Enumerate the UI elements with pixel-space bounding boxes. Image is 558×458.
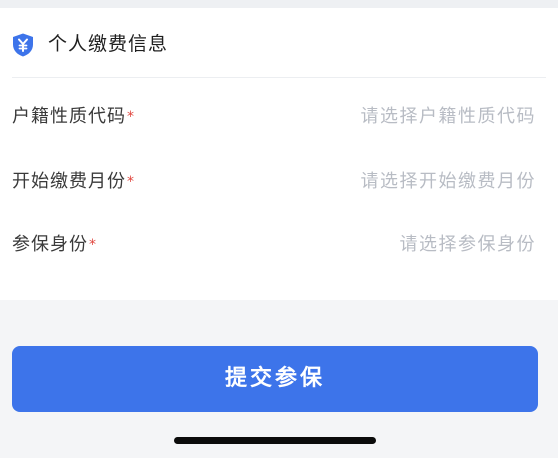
top-strip bbox=[0, 0, 558, 8]
field-label: 户籍性质代码* bbox=[12, 103, 135, 131]
household-type-picker[interactable]: 请选择户籍性质代码 bbox=[361, 103, 537, 131]
insured-identity-picker[interactable]: 请选择参保身份 bbox=[400, 231, 537, 259]
shield-yen-icon bbox=[10, 32, 36, 58]
field-label: 开始缴费月份* bbox=[12, 168, 135, 196]
field-label-text: 参保身份 bbox=[12, 234, 88, 255]
field-label-text: 户籍性质代码 bbox=[12, 106, 126, 127]
start-month-field[interactable]: 开始缴费月份* 请选择开始缴费月份 bbox=[0, 152, 558, 212]
required-mark: * bbox=[89, 237, 97, 253]
household-type-field[interactable]: 户籍性质代码* 请选择户籍性质代码 bbox=[0, 87, 558, 147]
submit-enrollment-button[interactable]: 提交参保 bbox=[12, 346, 538, 412]
field-label: 参保身份* bbox=[12, 231, 97, 259]
required-mark: * bbox=[127, 174, 135, 190]
insured-identity-field[interactable]: 参保身份* 请选择参保身份 bbox=[0, 215, 558, 275]
divider bbox=[12, 77, 546, 78]
section-header: 个人缴费信息 bbox=[0, 8, 558, 78]
section-title: 个人缴费信息 bbox=[48, 33, 169, 55]
start-month-picker[interactable]: 请选择开始缴费月份 bbox=[361, 168, 537, 196]
field-label-text: 开始缴费月份 bbox=[12, 171, 126, 192]
home-indicator bbox=[174, 437, 376, 444]
required-mark: * bbox=[127, 109, 135, 125]
screen: 个人缴费信息 户籍性质代码* 请选择户籍性质代码 开始缴费月份* 请选择开始缴费… bbox=[0, 0, 558, 458]
